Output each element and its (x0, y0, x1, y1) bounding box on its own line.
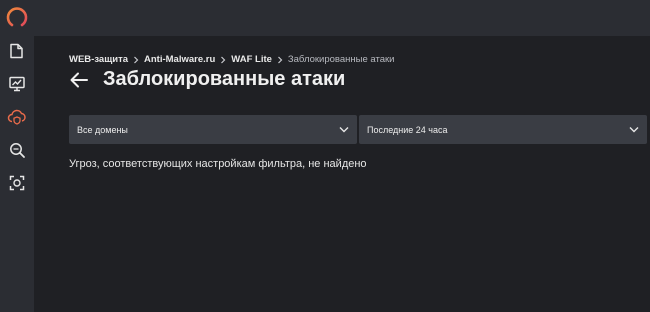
scan-frame-icon (9, 175, 25, 191)
sidebar-item-monitoring[interactable] (6, 73, 28, 95)
chevron-right-icon (277, 56, 283, 64)
empty-state-message: Угроз, соответствующих настройкам фильтр… (69, 158, 367, 170)
breadcrumb-current: Заблокированные атаки (287, 54, 395, 65)
arrow-left-icon (70, 72, 88, 87)
breadcrumb: WEB-защита Anti-Malware.ru WAF Lite Забл… (69, 54, 394, 65)
chevron-down-icon (339, 127, 349, 133)
domain-filter-value: Все домены (77, 124, 128, 135)
breadcrumb-item-web-protection[interactable]: WEB-защита (69, 54, 128, 65)
breadcrumb-item-waf-lite[interactable]: WAF Lite (231, 54, 272, 65)
breadcrumb-item-site[interactable]: Anti-Malware.ru (144, 54, 215, 65)
search-scan-icon (10, 143, 25, 158)
page-header: Заблокированные атаки (69, 68, 345, 91)
period-filter-value: Последние 24 часа (367, 124, 448, 135)
folder-icon (10, 43, 23, 59)
sidebar-item-screenshot[interactable] (6, 172, 28, 194)
sidebar-item-files[interactable] (6, 40, 28, 62)
chevron-down-icon (629, 127, 639, 133)
sidebar (0, 0, 34, 312)
main-content: WEB-защита Anti-Malware.ru WAF Lite Забл… (34, 36, 650, 312)
back-button[interactable] (69, 69, 91, 91)
period-filter-select[interactable]: Последние 24 часа (359, 115, 647, 144)
chevron-right-icon (220, 56, 226, 64)
sidebar-item-scan[interactable] (6, 139, 28, 161)
domain-filter-select[interactable]: Все домены (69, 115, 357, 144)
monitor-chart-icon (9, 76, 25, 92)
top-bar (34, 0, 650, 36)
cloud-shield-icon (7, 109, 26, 125)
app-logo[interactable] (5, 6, 29, 30)
chevron-right-icon (133, 56, 139, 64)
logo-ring-icon (6, 7, 28, 27)
page-title: Заблокированные атаки (103, 68, 346, 90)
sidebar-item-web-protection[interactable] (6, 106, 28, 128)
